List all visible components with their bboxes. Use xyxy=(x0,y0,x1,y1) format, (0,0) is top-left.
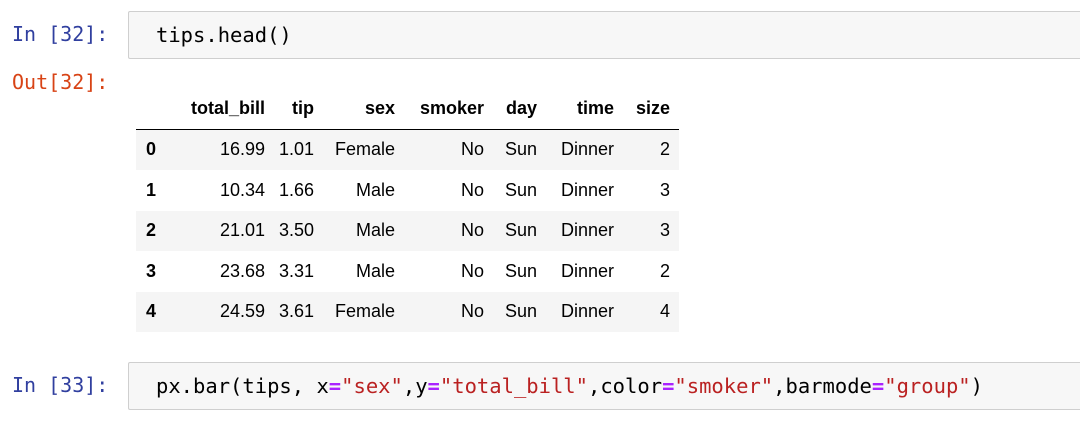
table-cell: 3.50 xyxy=(278,220,314,241)
table-cell: Dinner xyxy=(560,260,614,281)
table-row: 0 16.99 1.01 Female No Sun Dinner 2 xyxy=(136,129,679,170)
table-cell: No xyxy=(460,139,484,160)
row-index: 3 xyxy=(146,260,157,281)
table-cell: Male xyxy=(355,260,395,281)
table-cell: 10.34 xyxy=(219,179,265,200)
table-cell: Dinner xyxy=(560,220,614,241)
table-cell: 1.66 xyxy=(278,179,314,200)
code-token: ,y xyxy=(402,374,428,398)
table-cell: Dinner xyxy=(560,179,614,200)
code-token: "total_bill" xyxy=(439,374,588,398)
table-cell: 3 xyxy=(659,179,670,200)
table-cell: Male xyxy=(355,220,395,241)
code-token: = xyxy=(427,374,440,398)
table-cell: Dinner xyxy=(560,139,614,160)
table-cell: No xyxy=(460,260,484,281)
column-header: smoker xyxy=(397,88,487,130)
code-token: = xyxy=(871,374,885,398)
table-body: 0 16.99 1.01 Female No Sun Dinner 2 1 10.34 1.66 Ma… xyxy=(136,129,679,332)
row-index: 2 xyxy=(146,220,157,241)
code-token: ,color xyxy=(588,374,663,398)
code-cell-33[interactable]: px.bar(tips, x = "sex" ,y = "total_bill" ,colo… xyxy=(128,362,1080,410)
table-cell: Dinner xyxy=(560,301,614,322)
table-cell: Sun xyxy=(504,179,537,200)
code-token: ) xyxy=(970,374,983,398)
code-token: "group" xyxy=(884,374,971,398)
code-token: = xyxy=(662,374,675,398)
code-token: = xyxy=(328,374,342,398)
table-cell: No xyxy=(460,179,484,200)
table-cell: 24.59 xyxy=(219,301,265,322)
table-row: 4 24.59 3.61 Female No Sun Dinner 4 xyxy=(136,291,679,332)
output-prompt-32: Out[32]: xyxy=(12,70,109,94)
table-cell: 1.01 xyxy=(278,139,314,160)
table-cell: 2 xyxy=(659,139,670,160)
column-header: sex xyxy=(316,88,397,130)
table-cell: Sun xyxy=(504,301,537,322)
table-cell: 2 xyxy=(659,260,670,281)
code-line: tips.head() xyxy=(156,23,292,47)
code-token: "sex" xyxy=(341,374,403,398)
column-header: time xyxy=(539,88,618,130)
table-cell: 23.68 xyxy=(219,260,265,281)
table-cell: Sun xyxy=(504,139,537,160)
table-cell: No xyxy=(460,301,484,322)
column-header: total_bill xyxy=(176,88,269,130)
table-row: 3 23.68 3.31 Male No Sun Dinner 2 xyxy=(136,251,679,292)
table-header-row: total_bill tip sex smoker day time size xyxy=(136,88,679,130)
column-header: tip xyxy=(269,88,316,130)
table-cell: 3 xyxy=(659,220,670,241)
table-cell: Male xyxy=(355,179,395,200)
input-prompt-32: In [32]: xyxy=(12,22,109,46)
input-prompt-33: In [33]: xyxy=(12,373,109,397)
row-index: 1 xyxy=(146,179,157,200)
table-cell: 21.01 xyxy=(219,220,265,241)
dataframe-table: total_bill tip sex smoker day time size … xyxy=(136,88,679,332)
row-index: 0 xyxy=(146,139,157,160)
row-index: 4 xyxy=(146,301,157,322)
code-token: px.bar(tips, x xyxy=(156,374,329,398)
code-cell-32[interactable]: tips.head() xyxy=(128,11,1080,59)
code-token: ,barmode xyxy=(773,374,872,398)
table-row: 1 10.34 1.66 Male No Sun Dinner 3 xyxy=(136,170,679,211)
table-cell: Female xyxy=(334,139,395,160)
index-header xyxy=(136,88,176,130)
code-token: "smoker" xyxy=(674,374,774,398)
table-cell: Sun xyxy=(504,220,537,241)
table-cell: 4 xyxy=(659,301,670,322)
table-cell: 3.31 xyxy=(278,260,314,281)
table-row: 2 21.01 3.50 Male No Sun Dinner 3 xyxy=(136,210,679,251)
table-cell: 16.99 xyxy=(219,139,265,160)
table-cell: Female xyxy=(334,301,395,322)
table-cell: 3.61 xyxy=(278,301,314,322)
code-line: px.bar(tips, x = "sex" ,y = "total_bill" ,colo… xyxy=(156,363,983,409)
table-cell: Sun xyxy=(504,260,537,281)
column-header: size xyxy=(618,88,679,130)
table-cell: No xyxy=(460,220,484,241)
column-header: day xyxy=(487,88,539,130)
